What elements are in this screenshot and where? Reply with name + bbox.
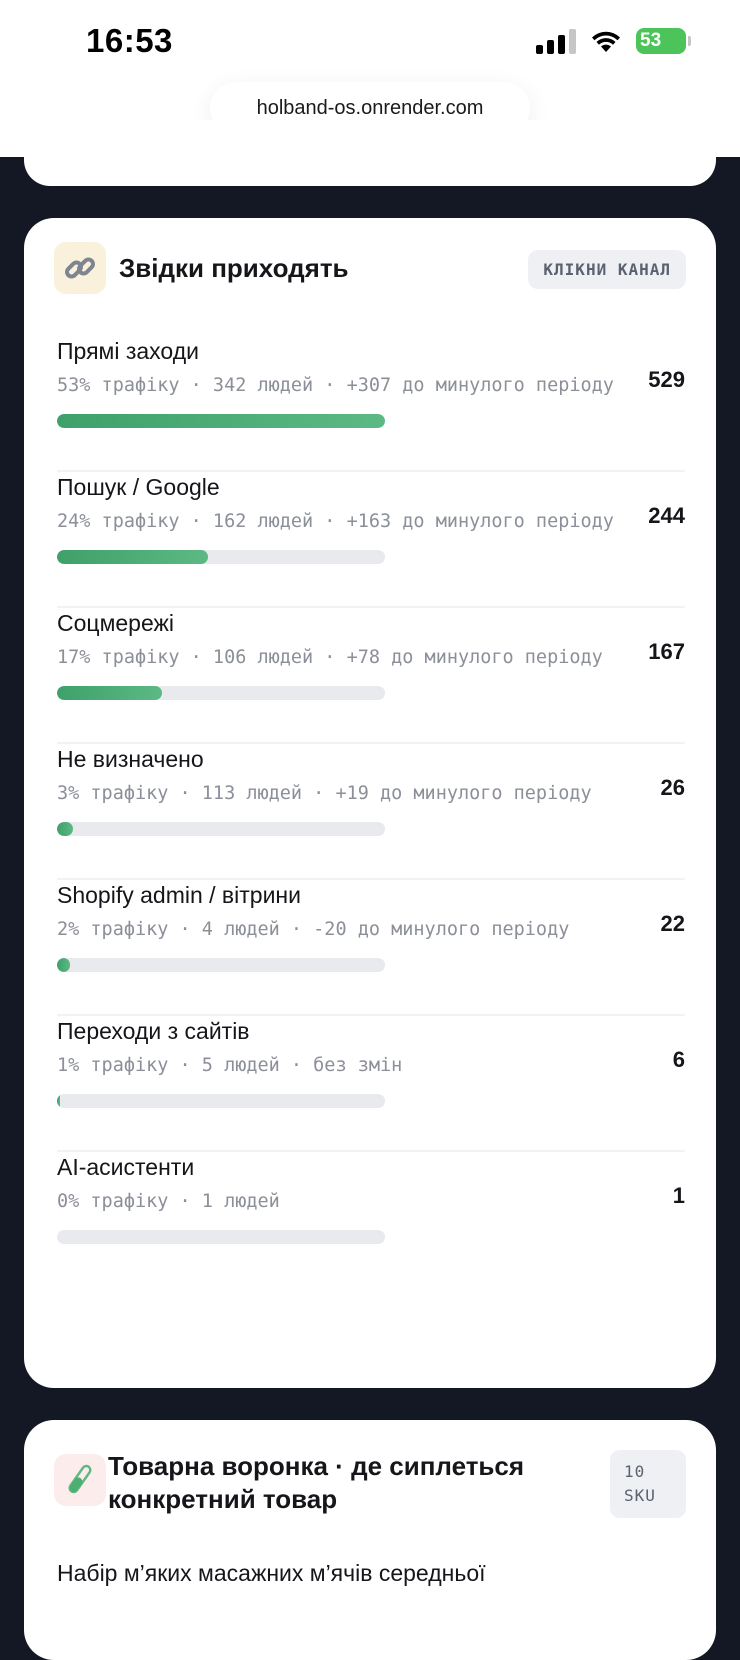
- test-tube-icon: [54, 1454, 106, 1506]
- share-bar-fill: [57, 414, 385, 428]
- source-meta: 3% трафіку · 113 людей · +19 до минулого…: [57, 783, 592, 804]
- row-divider: [57, 606, 685, 608]
- battery-icon: 53: [636, 28, 691, 54]
- row-divider: [57, 1150, 685, 1152]
- link-icon: [54, 242, 106, 294]
- source-name: AI-асистенти: [57, 1154, 195, 1180]
- share-bar-fill: [57, 822, 73, 836]
- source-row[interactable]: Не визначено 3% трафіку · 113 людей · +19…: [57, 746, 685, 882]
- source-row[interactable]: Соцмережі 17% трафіку · 106 людей · +78 д…: [57, 610, 685, 746]
- row-divider: [57, 878, 685, 880]
- share-bar: [57, 958, 385, 972]
- click-channel-chip[interactable]: КЛІКНИ КАНАЛ: [528, 250, 686, 289]
- source-count: 6: [672, 1047, 685, 1072]
- wifi-icon: [592, 31, 620, 52]
- source-row[interactable]: Прямі заходи 53% трафіку · 342 людей · +3…: [57, 338, 685, 474]
- source-meta: 24% трафіку · 162 людей · +163 до минуло…: [57, 511, 614, 532]
- source-row[interactable]: Переходи з сайтів 1% трафіку · 5 людей · …: [57, 1018, 685, 1154]
- card-title: Товарна воронка · де сиплеться конкретни…: [108, 1451, 525, 1514]
- sku-count-chip: 10 SKU: [610, 1450, 686, 1518]
- previous-card: [24, 120, 716, 186]
- share-bar: [57, 1230, 385, 1244]
- share-bar-fill: [57, 1094, 60, 1108]
- row-divider: [57, 742, 685, 744]
- source-meta: 17% трафіку · 106 людей · +78 до минулог…: [57, 647, 603, 668]
- source-count: 244: [648, 503, 685, 528]
- cellular-signal-icon: [536, 28, 576, 54]
- source-count: 167: [648, 639, 685, 664]
- share-bar: [57, 1094, 385, 1108]
- share-bar: [57, 414, 385, 428]
- source-meta: 2% трафіку · 4 людей · -20 до минулого п…: [57, 919, 570, 940]
- share-bar: [57, 686, 385, 700]
- source-count: 22: [660, 911, 685, 936]
- source-name: Соцмережі: [57, 610, 174, 636]
- traffic-sources-card: Звідки приходять КЛІКНИ КАНАЛ Прямі захо…: [24, 218, 716, 1388]
- source-count: 1: [672, 1183, 685, 1208]
- battery-level: 53: [640, 30, 662, 51]
- share-bar: [57, 550, 385, 564]
- source-meta: 0% трафіку · 1 людей: [57, 1191, 280, 1212]
- source-meta: 1% трафіку · 5 людей · без змін: [57, 1055, 403, 1076]
- source-name: Прямі заходи: [57, 338, 199, 364]
- product-funnel-card: Товарна воронка · де сиплеться конкретни…: [24, 1420, 716, 1660]
- source-row[interactable]: Shopify admin / вітрини 2% трафіку · 4 лю…: [57, 882, 685, 1018]
- source-name: Не визначено: [57, 746, 204, 772]
- source-row[interactable]: AI-асистенти 0% трафіку · 1 людей 1: [57, 1154, 685, 1290]
- source-row[interactable]: Пошук / Google 24% трафіку · 162 людей · …: [57, 474, 685, 610]
- row-divider: [57, 1014, 685, 1016]
- source-count: 529: [648, 367, 685, 392]
- funnel-product-name[interactable]: Набір м’яких масажних м’ячів середньої: [57, 1560, 486, 1587]
- card-title: Звідки приходять: [119, 253, 349, 283]
- share-bar-fill: [57, 550, 208, 564]
- share-bar-fill: [57, 686, 162, 700]
- source-name: Shopify admin / вітрини: [57, 882, 301, 908]
- status-icons: 53: [536, 28, 691, 54]
- source-meta: 53% трафіку · 342 людей · +307 до минуло…: [57, 375, 614, 396]
- share-bar-fill: [57, 958, 70, 972]
- status-time: 16:53: [86, 22, 173, 59]
- source-name: Пошук / Google: [57, 474, 220, 500]
- row-divider: [57, 470, 685, 472]
- source-count: 26: [660, 775, 685, 800]
- share-bar: [57, 822, 385, 836]
- source-name: Переходи з сайтів: [57, 1018, 250, 1044]
